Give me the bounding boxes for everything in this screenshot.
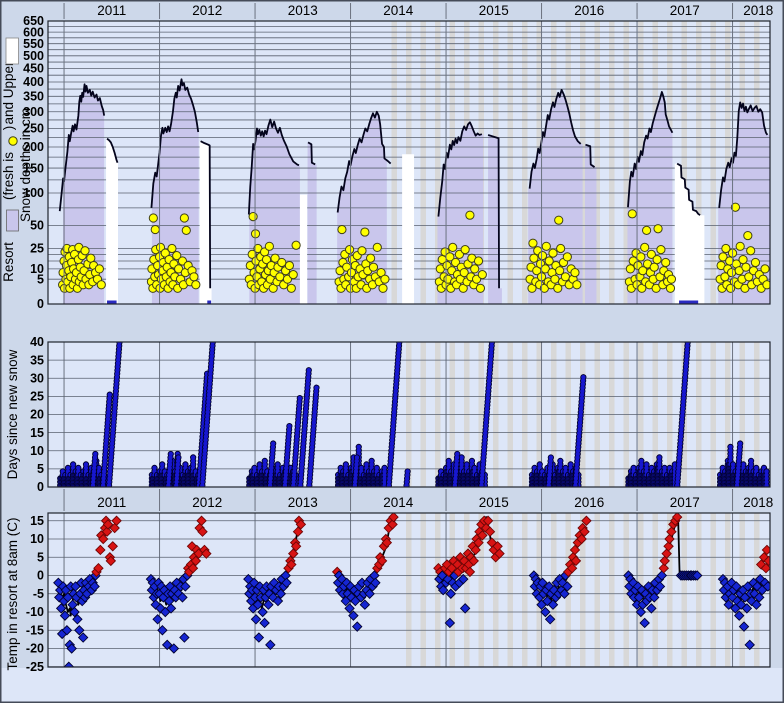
- temp-ytick: -25: [26, 660, 44, 674]
- snow-axis-label-fresh: (fresh is: [1, 152, 16, 200]
- snow-axis-label-upper: and Upper: [1, 61, 16, 125]
- snow-ytick: 400: [23, 75, 44, 89]
- days-ytick: 0: [37, 480, 44, 494]
- year-label-middle: 2018: [743, 495, 773, 510]
- temp-ytick: 15: [30, 514, 44, 528]
- year-label-middle: 2013: [288, 495, 318, 510]
- upper-band-legend-swatch: [6, 38, 19, 64]
- days-axis-title: Days since new snow: [5, 349, 20, 479]
- year-label-top: 2014: [383, 3, 414, 18]
- snow-report-figure: 6506005505004504003503002502001501005025…: [0, 0, 784, 703]
- snow-ytick: 5: [37, 272, 44, 286]
- snow-axis-label-resort: Resort: [1, 242, 16, 282]
- snow-ytick: 0: [37, 297, 44, 311]
- year-label-middle: 2015: [479, 495, 509, 510]
- temp-axis-title: Temp in resort at 8am (C): [5, 517, 20, 670]
- snow-report-chart: 6506005505004504003503002502001501005025…: [0, 0, 784, 703]
- year-label-middle: 2014: [383, 495, 414, 510]
- year-label-top: 2017: [670, 3, 700, 18]
- temp-ytick: -5: [33, 587, 44, 601]
- resort-band-legend-swatch: [7, 210, 19, 231]
- days-ytick: 30: [30, 371, 44, 385]
- temp-ytick: 10: [30, 532, 44, 546]
- fresh-snow-legend-dot: [9, 137, 17, 145]
- year-label-top: 2013: [288, 3, 318, 18]
- temp-ytick: 0: [37, 569, 44, 583]
- temp-ytick: 5: [37, 550, 44, 564]
- year-label-middle: 2017: [670, 495, 700, 510]
- snow-axis-label-paren: ): [1, 126, 16, 131]
- days-ytick: 40: [30, 335, 44, 349]
- year-label-middle: 2011: [97, 495, 126, 510]
- year-label-top: 2015: [479, 3, 509, 18]
- days-ytick: 20: [30, 408, 44, 422]
- days-ytick: 5: [37, 462, 44, 476]
- days-ytick: 15: [30, 426, 44, 440]
- snow-ytick: 25: [30, 242, 44, 256]
- year-label-top: 2016: [574, 3, 604, 18]
- year-label-top: 2012: [192, 3, 222, 18]
- days-ytick: 25: [30, 390, 44, 404]
- year-label-top: 2018: [743, 3, 773, 18]
- temp-ytick: -15: [26, 623, 44, 637]
- year-label-top: 2011: [97, 3, 126, 18]
- year-label-middle: 2012: [192, 495, 222, 510]
- temp-ytick: -10: [26, 605, 44, 619]
- snow-ytick: 350: [23, 90, 44, 104]
- snow-axis-title: Snow depths in cm: [18, 108, 33, 222]
- year-label-middle: 2016: [574, 495, 604, 510]
- snow-ytick: 450: [23, 62, 44, 76]
- days-ytick: 10: [30, 444, 44, 458]
- days-ytick: 35: [30, 353, 44, 367]
- temp-ytick: -20: [26, 642, 44, 656]
